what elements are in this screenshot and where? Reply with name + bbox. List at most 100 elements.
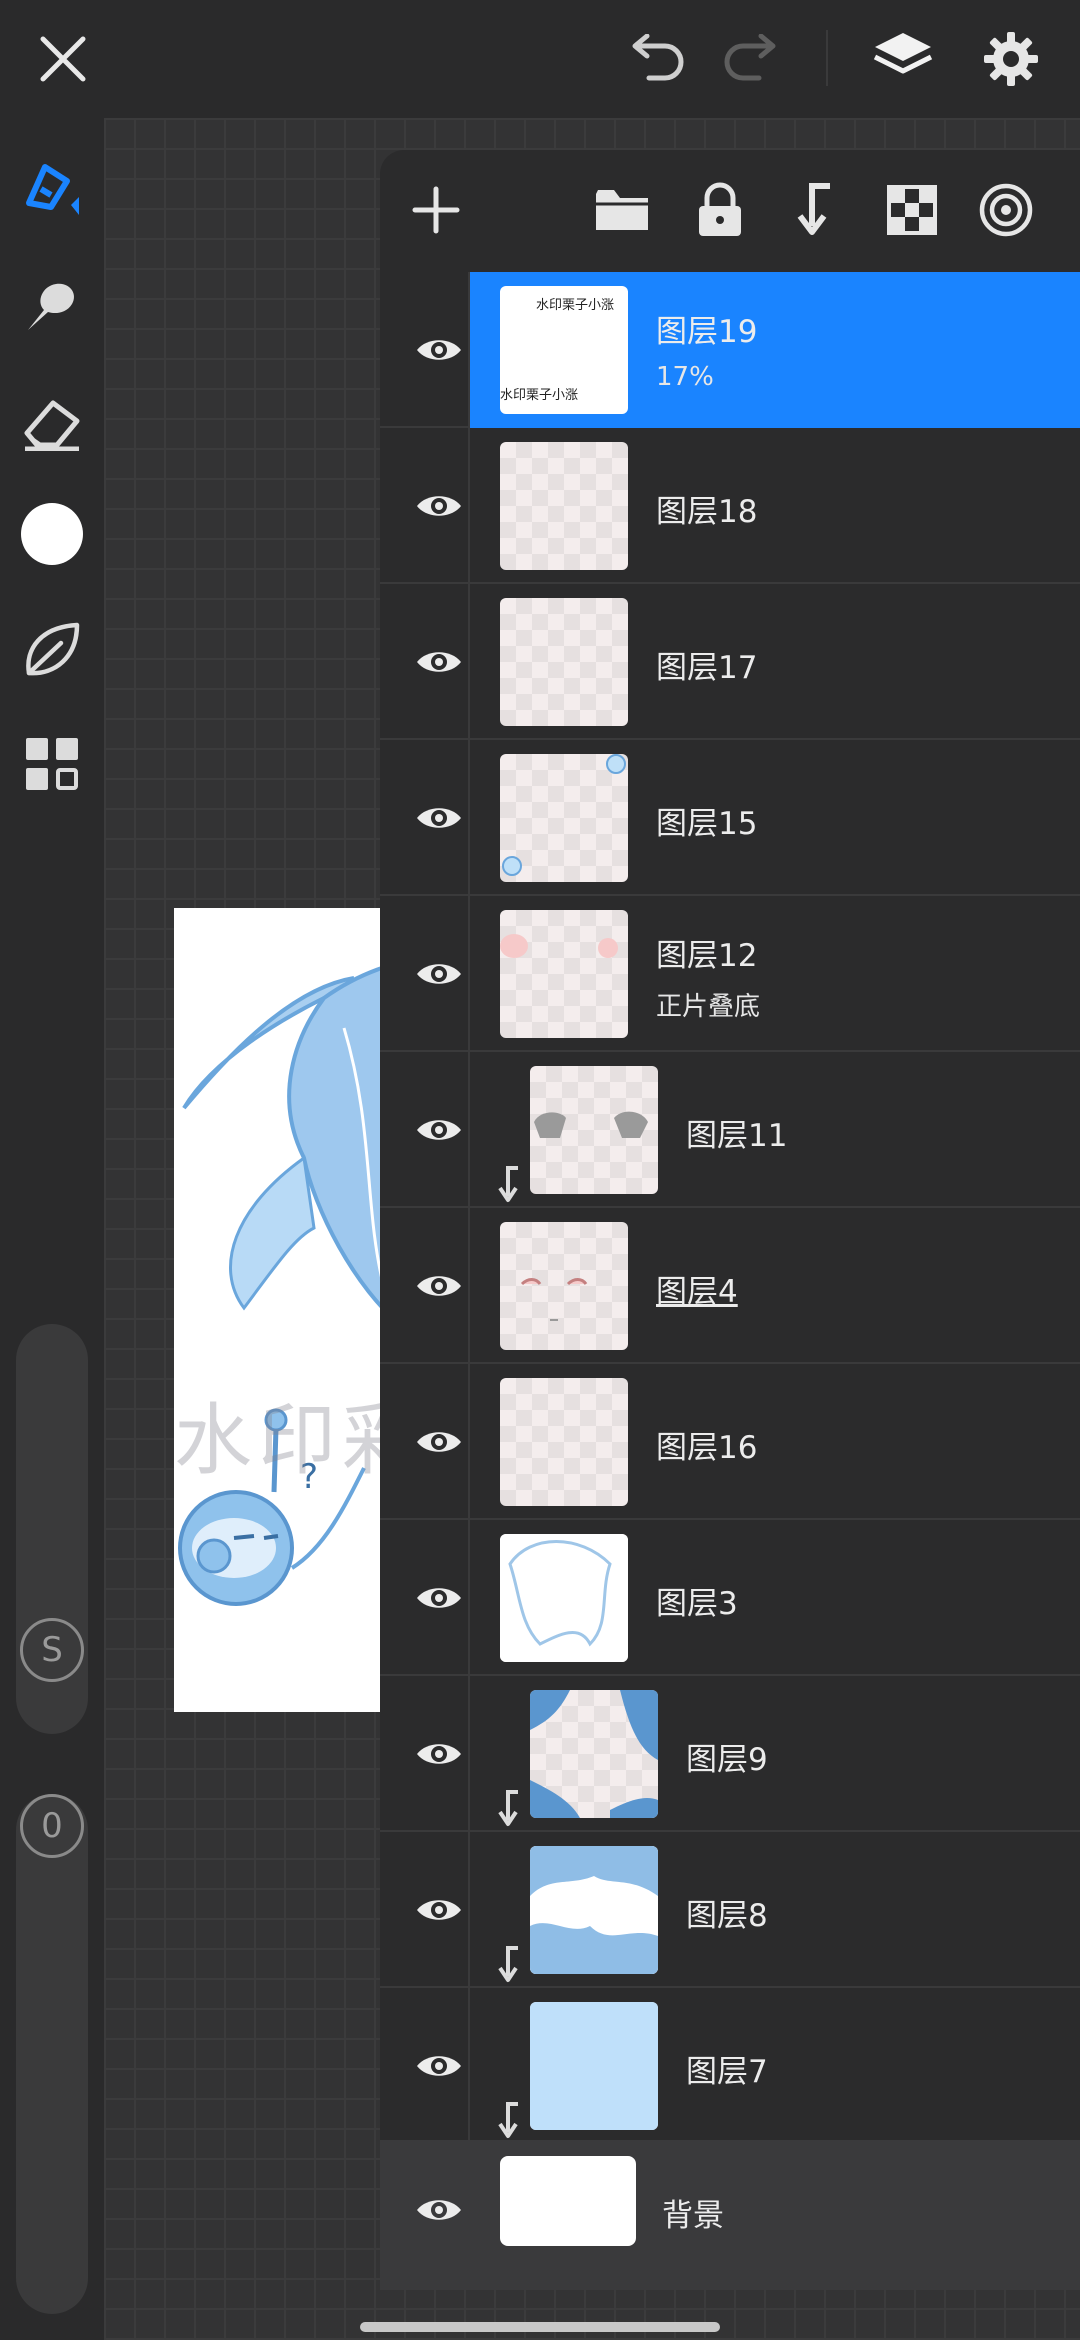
layer-row[interactable]: 图层9 [380,1676,1080,1832]
undo-icon [632,34,684,81]
layer-thumbnail [530,1690,658,1818]
eye-icon [417,1276,461,1296]
eye-icon [417,2056,461,2076]
leaf-button[interactable] [14,612,90,688]
target-icon [979,183,1033,237]
layer-row[interactable]: 图层16 [380,1364,1080,1520]
opacity-slider[interactable] [16,1794,88,2314]
layer-name: 图层15 [656,806,758,842]
layer-row[interactable]: 图层7 [380,1988,1080,2144]
layer-row[interactable]: 图层11 [380,1052,1080,1208]
brush-size-knob[interactable]: S [20,1618,84,1682]
redo-icon [724,34,776,81]
layer-name: 图层8 [686,1898,768,1934]
background-layer-row[interactable]: 背景 [380,2140,1080,2290]
eye-icon [417,964,461,984]
smudge-button[interactable] [14,268,90,344]
layer-row[interactable]: 图层18 [380,428,1080,584]
layer-row[interactable]: 图层17 [380,584,1080,740]
brush-icon [26,164,79,215]
eraser-icon [24,400,80,451]
layer-thumbnail: 水印栗子小涨 水印栗子小涨 [500,286,628,414]
layer-row[interactable]: 图层4 [380,1208,1080,1364]
toolbar-divider [826,30,828,86]
layer-row[interactable]: 水印栗子小涨 水印栗子小涨 图层19 17% [380,272,1080,428]
clipping-mask-icon [498,2102,518,2138]
add-layer-button[interactable] [398,172,474,248]
layer-thumbnail [500,598,628,726]
eraser-button[interactable] [14,386,90,462]
clipping-mask-icon [498,1946,518,1982]
layer-thumbnail [530,1846,658,1974]
layers-toolbar [380,150,1080,270]
layer-row[interactable]: 图层12 正片叠底 [380,896,1080,1052]
eye-icon [417,340,461,360]
eye-icon [417,1432,461,1452]
layer-name: 图层12 [656,938,758,974]
layer-name: 图层17 [656,650,758,686]
layer-row[interactable]: 图层8 [380,1832,1080,1988]
background-label: 背景 [662,2198,724,2234]
layers-button[interactable] [858,14,948,104]
layer-row[interactable]: 图层15 [380,740,1080,896]
top-bar [0,0,1080,118]
lock-button[interactable] [682,172,758,248]
checker-icon [887,185,937,235]
layer-thumbnail [500,1534,628,1662]
group-folder-button[interactable] [584,172,660,248]
layer-blend-mode: 正片叠底 [656,992,761,1022]
background-thumbnail [500,2156,636,2246]
layer-row[interactable]: 图层3 [380,1520,1080,1676]
layer-name: 图层7 [686,2054,768,2090]
brush-button[interactable] [14,150,90,226]
close-icon [40,36,86,82]
layer-name: 图层16 [656,1430,758,1466]
layers-panel: 水印栗子小涨 水印栗子小涨 图层19 17% 图层18 图层17 图层15 图层12 正片叠底图… [380,150,1080,2290]
lock-icon [699,182,741,236]
undo-button[interactable] [612,14,702,104]
color-swatch-button[interactable] [14,496,90,572]
opacity-label: 0 [41,1806,63,1846]
grid-icon [26,738,78,790]
eye-icon [417,652,461,672]
layer-thumbnail [500,1378,628,1506]
layer-thumbnail [530,1066,658,1194]
eye-icon [417,1588,461,1608]
layer-name: 图层11 [686,1118,788,1154]
smudge-icon [28,283,75,330]
layer-thumbnail [500,442,628,570]
eye-icon [417,1900,461,1920]
home-indicator[interactable] [360,2322,720,2332]
layers-icon [873,33,933,74]
layer-name: 图层3 [656,1586,738,1622]
layer-name: 图层18 [656,494,758,530]
left-tools: S 0 [0,118,104,2340]
clipping-mask-icon [498,1166,518,1202]
thumbnail-watermark-bottom: 水印栗子小涨 [500,388,579,403]
gallery-button[interactable] [14,726,90,802]
eye-icon [417,1120,461,1140]
folder-icon [596,190,648,230]
layer-thumbnail [500,754,628,882]
merge-down-button[interactable] [776,172,852,248]
settings-button[interactable] [966,14,1056,104]
layer-thumbnail [500,1222,628,1350]
transparency-button[interactable] [874,172,950,248]
layer-name: 图层4 [656,1274,738,1310]
layer-name: 图层9 [686,1742,768,1778]
leaf-icon [26,622,80,676]
close-button[interactable] [18,14,108,104]
eye-icon [417,1744,461,1764]
opacity-knob[interactable]: 0 [20,1794,84,1858]
thumbnail-watermark-top: 水印栗子小涨 [536,298,615,313]
size-label: S [41,1630,63,1670]
layer-thumbnail [500,910,628,1038]
reference-button[interactable] [968,172,1044,248]
layer-opacity: 17% [656,362,714,392]
visibility-toggle[interactable] [394,2180,484,2240]
add-icon [412,186,460,234]
redo-button[interactable] [706,14,796,104]
layer-name: 图层19 [656,314,758,350]
clipping-mask-icon [498,1790,518,1826]
merge-down-icon [797,183,830,235]
